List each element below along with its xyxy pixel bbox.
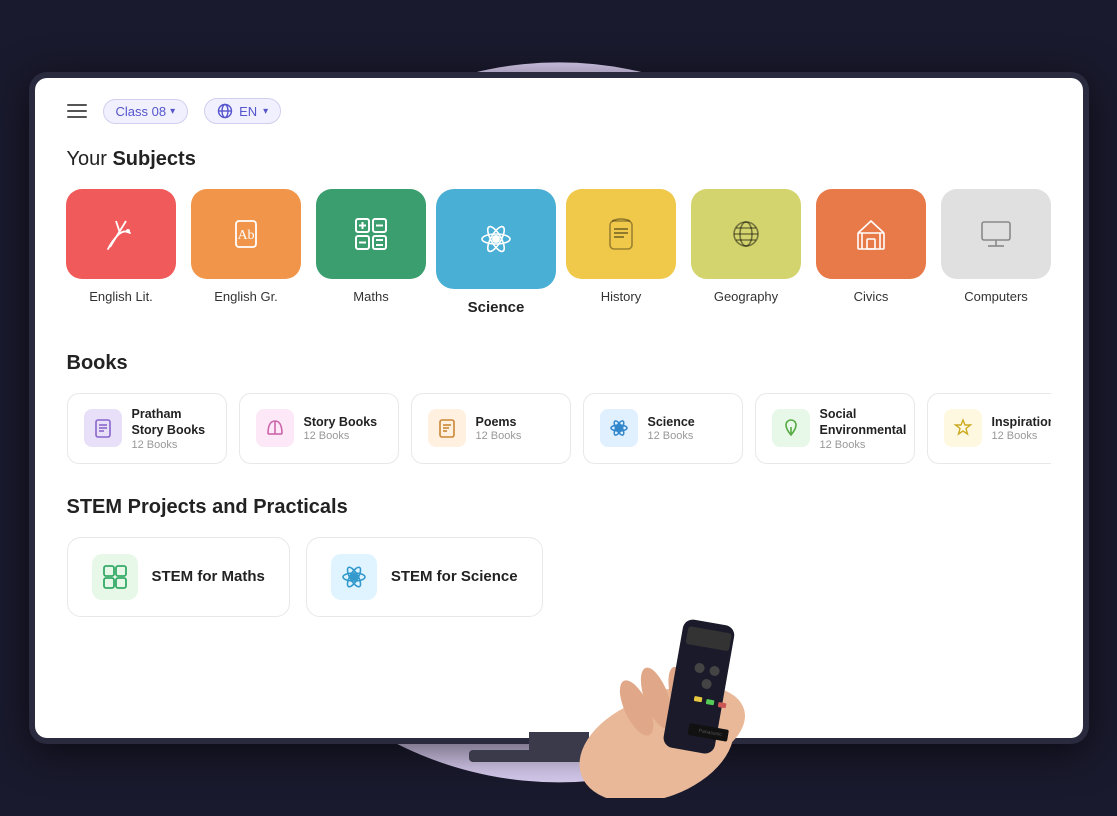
book-icon-science bbox=[600, 409, 638, 447]
subject-label-english-lit: English Lit. bbox=[89, 289, 153, 304]
subject-english-lit[interactable]: English Lit. bbox=[67, 189, 176, 316]
subject-civics[interactable]: Civics bbox=[817, 189, 926, 316]
subject-geography[interactable]: Geography bbox=[692, 189, 801, 316]
subject-maths[interactable]: Maths bbox=[317, 189, 426, 316]
books-grid: Pratham Story Books 12 Books bbox=[67, 393, 1051, 464]
subject-icon-civics bbox=[816, 189, 926, 279]
class-chevron-icon: ▾ bbox=[170, 106, 175, 117]
stem-title: STEM Projects and Practicals bbox=[67, 496, 1051, 519]
book-count-story: 12 Books bbox=[304, 430, 378, 442]
stem-maths-card[interactable]: STEM for Maths bbox=[67, 537, 290, 617]
lang-label: EN bbox=[239, 104, 257, 119]
book-story[interactable]: Story Books 12 Books bbox=[239, 393, 399, 464]
subject-icon-computers bbox=[941, 189, 1051, 279]
book-title-inspirational: Inspirational bbox=[992, 414, 1051, 430]
book-title-story: Story Books bbox=[304, 414, 378, 430]
book-pratham[interactable]: Pratham Story Books 12 Books bbox=[67, 393, 227, 464]
book-science[interactable]: Science 12 Books bbox=[583, 393, 743, 464]
subject-label-science: Science bbox=[468, 299, 525, 316]
subject-label-geography: Geography bbox=[714, 289, 778, 304]
subject-label-history: History bbox=[601, 289, 641, 304]
subject-icon-english-gr: Ab bbox=[191, 189, 301, 279]
stem-label-maths: STEM for Maths bbox=[152, 568, 265, 585]
books-section: Books Pratham Story bbox=[67, 352, 1051, 464]
book-icon-pratham bbox=[84, 409, 122, 447]
subject-science[interactable]: Science bbox=[442, 189, 551, 316]
subject-english-gr[interactable]: Ab English Gr. bbox=[192, 189, 301, 316]
book-count-poems: 12 Books bbox=[476, 430, 522, 442]
subjects-section: Your Subjects English L bbox=[67, 148, 1051, 316]
stem-icon-science bbox=[331, 554, 377, 600]
book-icon-poems bbox=[428, 409, 466, 447]
subject-icon-science bbox=[436, 189, 556, 289]
hamburger-menu[interactable] bbox=[67, 104, 87, 118]
book-count-pratham: 12 Books bbox=[132, 439, 210, 451]
language-selector[interactable]: EN ▾ bbox=[204, 98, 281, 124]
subject-icon-geography bbox=[691, 189, 801, 279]
subject-icon-maths bbox=[316, 189, 426, 279]
book-icon-inspirational bbox=[944, 409, 982, 447]
subject-icon-history bbox=[566, 189, 676, 279]
book-title-poems: Poems bbox=[476, 414, 522, 430]
lang-chevron-icon: ▾ bbox=[263, 106, 268, 117]
class-selector[interactable]: Class 08 ▾ bbox=[103, 99, 189, 124]
stem-icon-maths bbox=[92, 554, 138, 600]
globe-icon bbox=[217, 103, 233, 119]
subject-label-civics: Civics bbox=[854, 289, 889, 304]
subject-label-maths: Maths bbox=[353, 289, 388, 304]
subject-label-computers: Computers bbox=[964, 289, 1028, 304]
svg-text:Ab: Ab bbox=[237, 228, 254, 243]
stem-science-card[interactable]: STEM for Science bbox=[306, 537, 543, 617]
class-label: Class 08 bbox=[116, 104, 167, 119]
subject-computers[interactable]: Computers bbox=[942, 189, 1051, 316]
book-count-inspirational: 12 Books bbox=[992, 430, 1051, 442]
book-title-pratham: Pratham Story Books bbox=[132, 406, 210, 439]
books-title: Books bbox=[67, 352, 1051, 375]
book-title-science: Science bbox=[648, 414, 695, 430]
book-count-science: 12 Books bbox=[648, 430, 695, 442]
book-count-social-env: 12 Books bbox=[820, 439, 907, 451]
header: Class 08 ▾ EN ▾ bbox=[67, 98, 1051, 124]
book-poems[interactable]: Poems 12 Books bbox=[411, 393, 571, 464]
stem-label-science: STEM for Science bbox=[391, 568, 518, 585]
subject-icon-english-lit bbox=[66, 189, 176, 279]
book-title-social-env: Social Environmental bbox=[820, 406, 907, 439]
book-icon-story bbox=[256, 409, 294, 447]
book-inspirational[interactable]: Inspirational 12 Books bbox=[927, 393, 1051, 464]
subjects-title: Your Subjects bbox=[67, 148, 1051, 171]
book-icon-social-env bbox=[772, 409, 810, 447]
subject-history[interactable]: History bbox=[567, 189, 676, 316]
book-social-env[interactable]: Social Environmental 12 Books bbox=[755, 393, 915, 464]
subjects-grid: English Lit. Ab English Gr. bbox=[67, 189, 1051, 316]
hand-remote-illustration: Panasonic bbox=[536, 568, 816, 798]
subject-label-english-gr: English Gr. bbox=[214, 289, 278, 304]
